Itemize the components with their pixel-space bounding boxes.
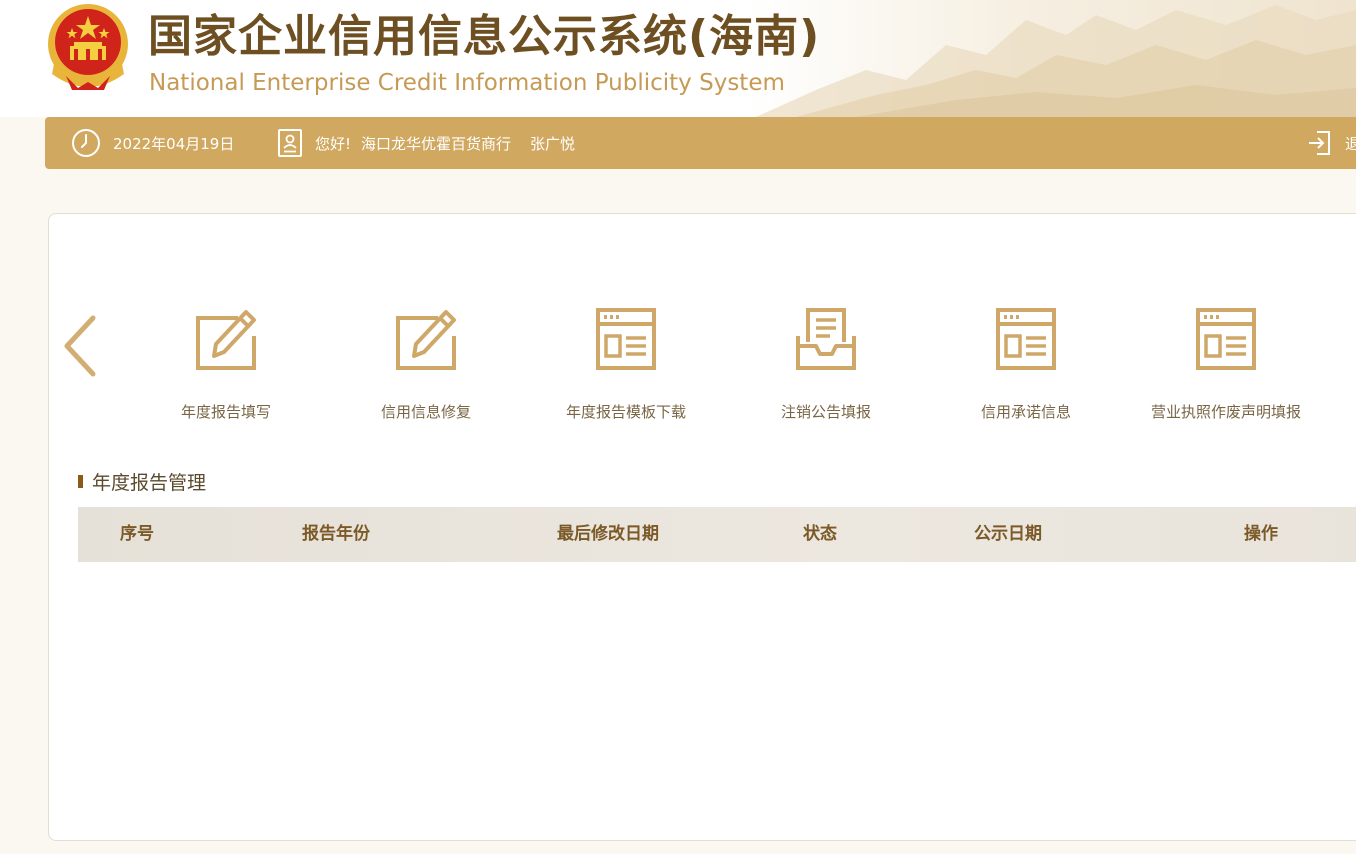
column-header-index: 序号 bbox=[120, 507, 154, 562]
section-title: 年度报告管理 bbox=[78, 468, 206, 494]
shortcut-cancellation-notice[interactable]: 注销公告填报 bbox=[726, 306, 926, 426]
section-title-text: 年度报告管理 bbox=[92, 468, 206, 495]
info-bar: 2022年04月19日 您好! 海口龙华优霍百货商行 张广悦 退 bbox=[45, 117, 1356, 169]
column-header-status: 状态 bbox=[803, 507, 837, 562]
greeting-text: 您好! bbox=[315, 133, 351, 154]
shortcut-label: 年度报告填写 bbox=[126, 402, 326, 422]
shortcut-label: 信用承诺信息 bbox=[926, 402, 1126, 422]
column-header-actions: 操作 bbox=[1244, 507, 1278, 562]
logout-icon bbox=[1307, 129, 1333, 157]
shortcut-template-download[interactable]: 年度报告模板下载 bbox=[526, 306, 726, 426]
site-header: 国家企业信用信息公示系统(海南) National Enterprise Cre… bbox=[0, 0, 1356, 117]
logout-label: 退 bbox=[1345, 133, 1356, 154]
company-name: 海口龙华优霍百货商行 bbox=[361, 133, 511, 154]
shortcut-label: 注销公告填报 bbox=[726, 402, 926, 422]
edit-document-icon bbox=[394, 306, 458, 372]
inbox-document-icon bbox=[794, 306, 858, 372]
site-title: 国家企业信用信息公示系统(海南) bbox=[148, 8, 820, 66]
template-window-icon bbox=[594, 306, 658, 372]
template-window-icon bbox=[1194, 306, 1258, 372]
carousel-prev-button[interactable] bbox=[61, 314, 101, 378]
edit-document-icon bbox=[194, 306, 258, 372]
clock-icon bbox=[71, 128, 101, 158]
report-table-header: 序号 报告年份 最后修改日期 状态 公示日期 操作 bbox=[78, 507, 1356, 562]
id-card-icon bbox=[277, 128, 303, 158]
column-header-report-year: 报告年份 bbox=[302, 507, 370, 562]
date-display: 2022年04月19日 bbox=[71, 117, 234, 169]
user-name: 张广悦 bbox=[530, 133, 575, 154]
template-window-icon bbox=[994, 306, 1058, 372]
shortcut-annual-report-fill[interactable]: 年度报告填写 bbox=[126, 306, 326, 426]
shortcut-label: 年度报告模板下载 bbox=[526, 402, 726, 422]
shortcut-credit-repair[interactable]: 信用信息修复 bbox=[326, 306, 526, 426]
shortcut-label: 营业执照作废声明填报 bbox=[1126, 402, 1326, 422]
logout-button[interactable]: 退 bbox=[1307, 117, 1356, 169]
column-header-publish-date: 公示日期 bbox=[974, 507, 1042, 562]
shortcut-credit-commitment[interactable]: 信用承诺信息 bbox=[926, 306, 1126, 426]
shortcut-label: 信用信息修复 bbox=[326, 402, 526, 422]
current-date: 2022年04月19日 bbox=[113, 133, 234, 154]
national-emblem-icon bbox=[44, 2, 132, 92]
section-title-marker bbox=[78, 475, 83, 488]
site-title-english: National Enterprise Credit Information P… bbox=[149, 68, 785, 98]
app-root: 国家企业信用信息公示系统(海南) National Enterprise Cre… bbox=[0, 0, 1356, 854]
shortcut-license-void-statement[interactable]: 营业执照作废声明填报 bbox=[1126, 306, 1326, 426]
column-header-last-modified: 最后修改日期 bbox=[557, 507, 659, 562]
mountain-background-icon bbox=[756, 0, 1356, 117]
main-panel: 年度报告填写 信用信息修复 年度报告模板 bbox=[48, 213, 1356, 841]
user-display: 您好! 海口龙华优霍百货商行 张广悦 bbox=[277, 117, 575, 169]
